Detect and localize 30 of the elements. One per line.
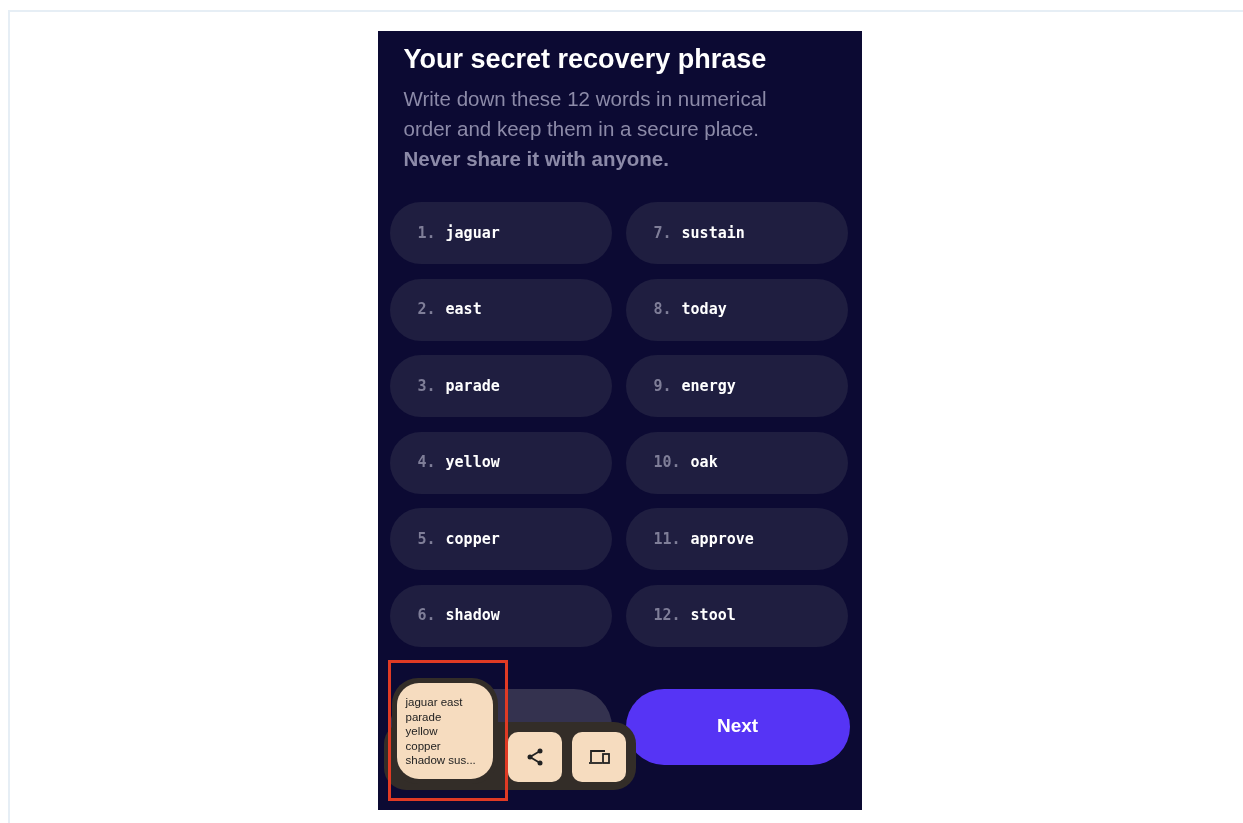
word-number: 8. xyxy=(653,299,672,321)
word-number: 7. xyxy=(653,222,672,244)
word-text: copper xyxy=(445,528,500,550)
word-text: oak xyxy=(690,452,718,474)
word-number: 10. xyxy=(653,452,681,474)
word-number: 2. xyxy=(417,299,436,321)
word-number: 3. xyxy=(417,375,436,397)
word-text: parade xyxy=(445,375,500,397)
word-text: jaguar xyxy=(445,222,500,244)
word-text: east xyxy=(445,299,482,321)
word-text: yellow xyxy=(445,452,500,474)
word-text: sustain xyxy=(681,222,745,244)
word-text: energy xyxy=(681,375,736,397)
send-to-device-button[interactable] xyxy=(571,732,626,782)
word-text: approve xyxy=(690,528,754,550)
word-number: 5. xyxy=(417,528,436,550)
devices-icon xyxy=(587,749,610,765)
screen-title: Your secret recovery phrase xyxy=(403,43,768,76)
word-number: 4. xyxy=(417,452,436,474)
word-number: 11. xyxy=(653,528,681,550)
word-number: 6. xyxy=(417,605,436,627)
instructions-text: Write down these 12 words in numerical order and keep them in a secure place. Never share it with anyone. xyxy=(403,86,768,172)
next-button[interactable]: Next xyxy=(625,688,850,765)
word-number: 12. xyxy=(653,605,681,627)
word-text: shadow xyxy=(445,605,500,627)
word-text: stool xyxy=(690,605,736,627)
word-number: 9. xyxy=(653,375,672,397)
word-text: today xyxy=(681,299,727,321)
word-number: 1. xyxy=(417,222,436,244)
share-button[interactable] xyxy=(507,732,562,782)
